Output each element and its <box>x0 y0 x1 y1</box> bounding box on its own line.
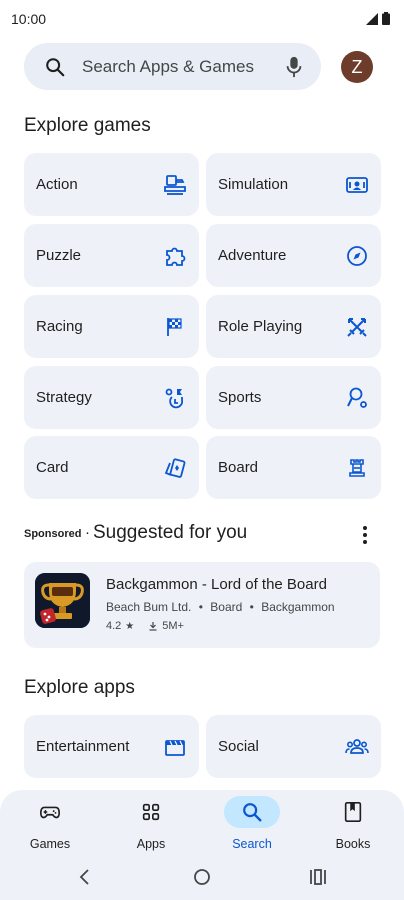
nav-label: Books <box>335 837 371 851</box>
sports-icon <box>347 387 367 408</box>
category-tile-action[interactable]: Action <box>24 153 199 216</box>
microphone-icon[interactable] <box>283 55 305 79</box>
category-tile-strategy[interactable]: Strategy <box>24 366 199 429</box>
search-input[interactable]: Search Apps & Games <box>82 57 254 77</box>
home-icon[interactable] <box>193 868 211 886</box>
category-tile-social[interactable]: Social <box>206 715 381 778</box>
category-label: Social <box>218 738 259 755</box>
battery-icon <box>382 12 390 25</box>
category-tile-sports[interactable]: Sports <box>206 366 381 429</box>
explore-apps-title: Explore apps <box>24 677 135 698</box>
app-category: Board <box>210 600 243 614</box>
controller-joystick-icon <box>164 175 186 195</box>
nav-label: Games <box>29 837 71 851</box>
category-label: Racing <box>36 318 83 335</box>
signal-icon <box>366 12 378 25</box>
star-icon: ★ <box>125 620 135 632</box>
nav-item-games[interactable]: Games <box>10 796 90 856</box>
meta-separator: • <box>249 600 254 614</box>
category-tile-puzzle[interactable]: Puzzle <box>24 224 199 287</box>
nav-item-search[interactable]: Search <box>212 796 292 856</box>
category-tile-board[interactable]: Board <box>206 436 381 499</box>
category-tile-card[interactable]: Card <box>24 436 199 499</box>
category-label: Puzzle <box>36 247 82 264</box>
clapperboard-icon <box>165 740 185 756</box>
nav-icon-container <box>22 796 78 828</box>
book-icon <box>344 802 362 822</box>
category-label: Adventure <box>218 247 287 264</box>
category-tile-simulation[interactable]: Simulation <box>206 153 381 216</box>
separator-dot: · <box>85 524 90 541</box>
category-label: Board <box>218 459 259 476</box>
app-stats: 4.2 ★ 5M+ <box>106 620 184 632</box>
category-label: Role Playing <box>218 318 303 335</box>
category-tile-adventure[interactable]: Adventure <box>206 224 381 287</box>
search-icon <box>243 803 262 822</box>
gamepad-icon <box>40 806 60 819</box>
app-meta: Beach Bum Ltd. • Board • Backgammon <box>106 600 335 614</box>
suggested-header: Sponsored · Suggested for you <box>24 522 380 546</box>
status-time: 10:00 <box>11 11 47 27</box>
category-tile-entertainment[interactable]: Entertainment <box>24 715 199 778</box>
category-label: Action <box>36 176 78 193</box>
more-options-icon[interactable] <box>355 524 375 546</box>
category-tile-racing[interactable]: Racing <box>24 295 199 358</box>
puzzle-icon <box>166 247 186 266</box>
nav-icon-container <box>224 796 280 828</box>
meta-separator: • <box>198 600 203 614</box>
nav-icon-container <box>123 796 179 828</box>
app-icon <box>35 573 90 628</box>
status-icons <box>366 12 390 25</box>
simulation-icon <box>346 177 368 193</box>
back-icon[interactable] <box>78 868 92 886</box>
checkered-flag-icon <box>167 318 182 336</box>
nav-item-apps[interactable]: Apps <box>111 796 191 856</box>
search-bar[interactable]: Search Apps & Games <box>24 43 321 90</box>
explore-games-title: Explore games <box>24 115 151 136</box>
people-icon <box>345 739 369 754</box>
app-downloads: 5M+ <box>162 620 184 632</box>
download-icon <box>149 622 157 631</box>
app-subcategory: Backgammon <box>261 600 335 614</box>
category-label: Entertainment <box>36 738 130 755</box>
category-label: Simulation <box>218 176 289 193</box>
app-rating: 4.2 <box>106 620 122 632</box>
category-tile-role-playing[interactable]: Role Playing <box>206 295 381 358</box>
suggested-app-card[interactable]: Backgammon - Lord of the Board Beach Bum… <box>24 562 380 648</box>
search-icon <box>46 58 65 77</box>
nav-icon-container <box>325 796 381 828</box>
nav-item-books[interactable]: Books <box>313 796 393 856</box>
category-label: Sports <box>218 389 262 406</box>
system-navigation <box>0 862 404 892</box>
app-developer: Beach Bum Ltd. <box>106 600 192 614</box>
category-label: Strategy <box>36 389 92 406</box>
strategy-icon <box>165 388 184 409</box>
bottom-navigation: Games Apps Search Books <box>0 790 404 900</box>
apps-grid-icon <box>142 803 160 821</box>
rook-icon <box>349 459 365 477</box>
trophy-dice-icon <box>35 573 90 628</box>
cards-icon <box>164 458 186 478</box>
compass-icon <box>347 246 367 266</box>
crossed-swords-icon <box>347 318 367 337</box>
avatar[interactable]: Z <box>341 51 373 83</box>
recents-icon[interactable] <box>309 868 327 886</box>
sponsored-label: Sponsored <box>24 528 82 540</box>
category-label: Card <box>36 459 69 476</box>
status-bar: 10:00 <box>0 0 404 38</box>
nav-label: Search <box>232 837 272 851</box>
app-name: Backgammon - Lord of the Board <box>106 576 327 593</box>
suggested-title: Suggested for you <box>93 522 248 543</box>
nav-label: Apps <box>136 837 166 851</box>
